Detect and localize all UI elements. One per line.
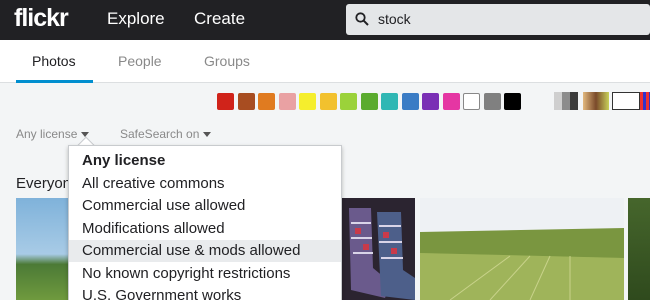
tab-people[interactable]: People (118, 53, 162, 69)
license-option[interactable]: Modifications allowed (69, 218, 341, 240)
safesearch-filter[interactable]: SafeSearch on (120, 127, 212, 141)
license-option[interactable]: All creative commons (69, 173, 341, 195)
color-swatch[interactable] (340, 93, 357, 110)
color-swatch[interactable] (217, 93, 234, 110)
license-option[interactable]: Commercial use & mods allowed (69, 240, 341, 262)
photo-thumbnail[interactable] (628, 198, 650, 300)
color-swatch[interactable] (504, 93, 521, 110)
license-filter[interactable]: Any license (16, 127, 90, 141)
field-photo-graphic (420, 198, 624, 300)
color-swatch[interactable] (442, 93, 460, 110)
safesearch-filter-label: SafeSearch on (120, 127, 200, 141)
tab-photos[interactable]: Photos (32, 53, 76, 69)
color-swatch[interactable] (258, 93, 275, 110)
color-swatch[interactable] (463, 93, 480, 110)
color-swatch[interactable] (401, 93, 419, 110)
photo-thumbnail[interactable] (16, 198, 71, 300)
flickr-logo[interactable]: flickr (14, 4, 69, 33)
nav-explore[interactable]: Explore (107, 9, 165, 29)
license-option[interactable]: U.S. Government works (69, 285, 341, 300)
color-swatch[interactable] (381, 93, 398, 110)
license-option[interactable]: No known copyright restrictions (69, 263, 341, 285)
shallow-depth-filter-icon[interactable] (583, 92, 609, 110)
search-icon (355, 12, 369, 26)
color-swatch[interactable] (319, 93, 337, 110)
photo-thumbnail[interactable] (420, 198, 624, 300)
chevron-down-icon (203, 132, 212, 138)
photo-thumbnail[interactable] (341, 198, 415, 300)
color-swatch[interactable] (483, 93, 501, 110)
logo-text: flickr (14, 4, 69, 32)
active-tab-indicator (16, 80, 93, 83)
tab-groups[interactable]: Groups (204, 53, 250, 69)
minimalist-filter-icon[interactable] (612, 92, 640, 110)
color-swatch[interactable] (278, 93, 296, 110)
search-value: stock (378, 11, 411, 27)
license-option[interactable]: Any license (69, 150, 341, 172)
color-swatch[interactable] (360, 93, 378, 110)
search-input[interactable]: stock (346, 4, 650, 35)
nav-create[interactable]: Create (194, 9, 245, 29)
black-white-filter-icon[interactable] (554, 92, 578, 110)
color-swatch[interactable] (422, 93, 439, 110)
top-bar: flickr Explore Create stock (0, 0, 650, 40)
license-dropdown-menu: Any license All creative commons Commercia… (68, 145, 342, 300)
license-option[interactable]: Commercial use allowed (69, 195, 341, 217)
socks-photo-graphic (341, 198, 415, 300)
color-swatch[interactable] (299, 93, 316, 110)
result-tabs: Photos People Groups (0, 40, 650, 83)
pattern-filter-icon[interactable] (640, 92, 650, 110)
license-filter-label: Any license (16, 127, 78, 141)
color-swatch[interactable] (237, 93, 255, 110)
